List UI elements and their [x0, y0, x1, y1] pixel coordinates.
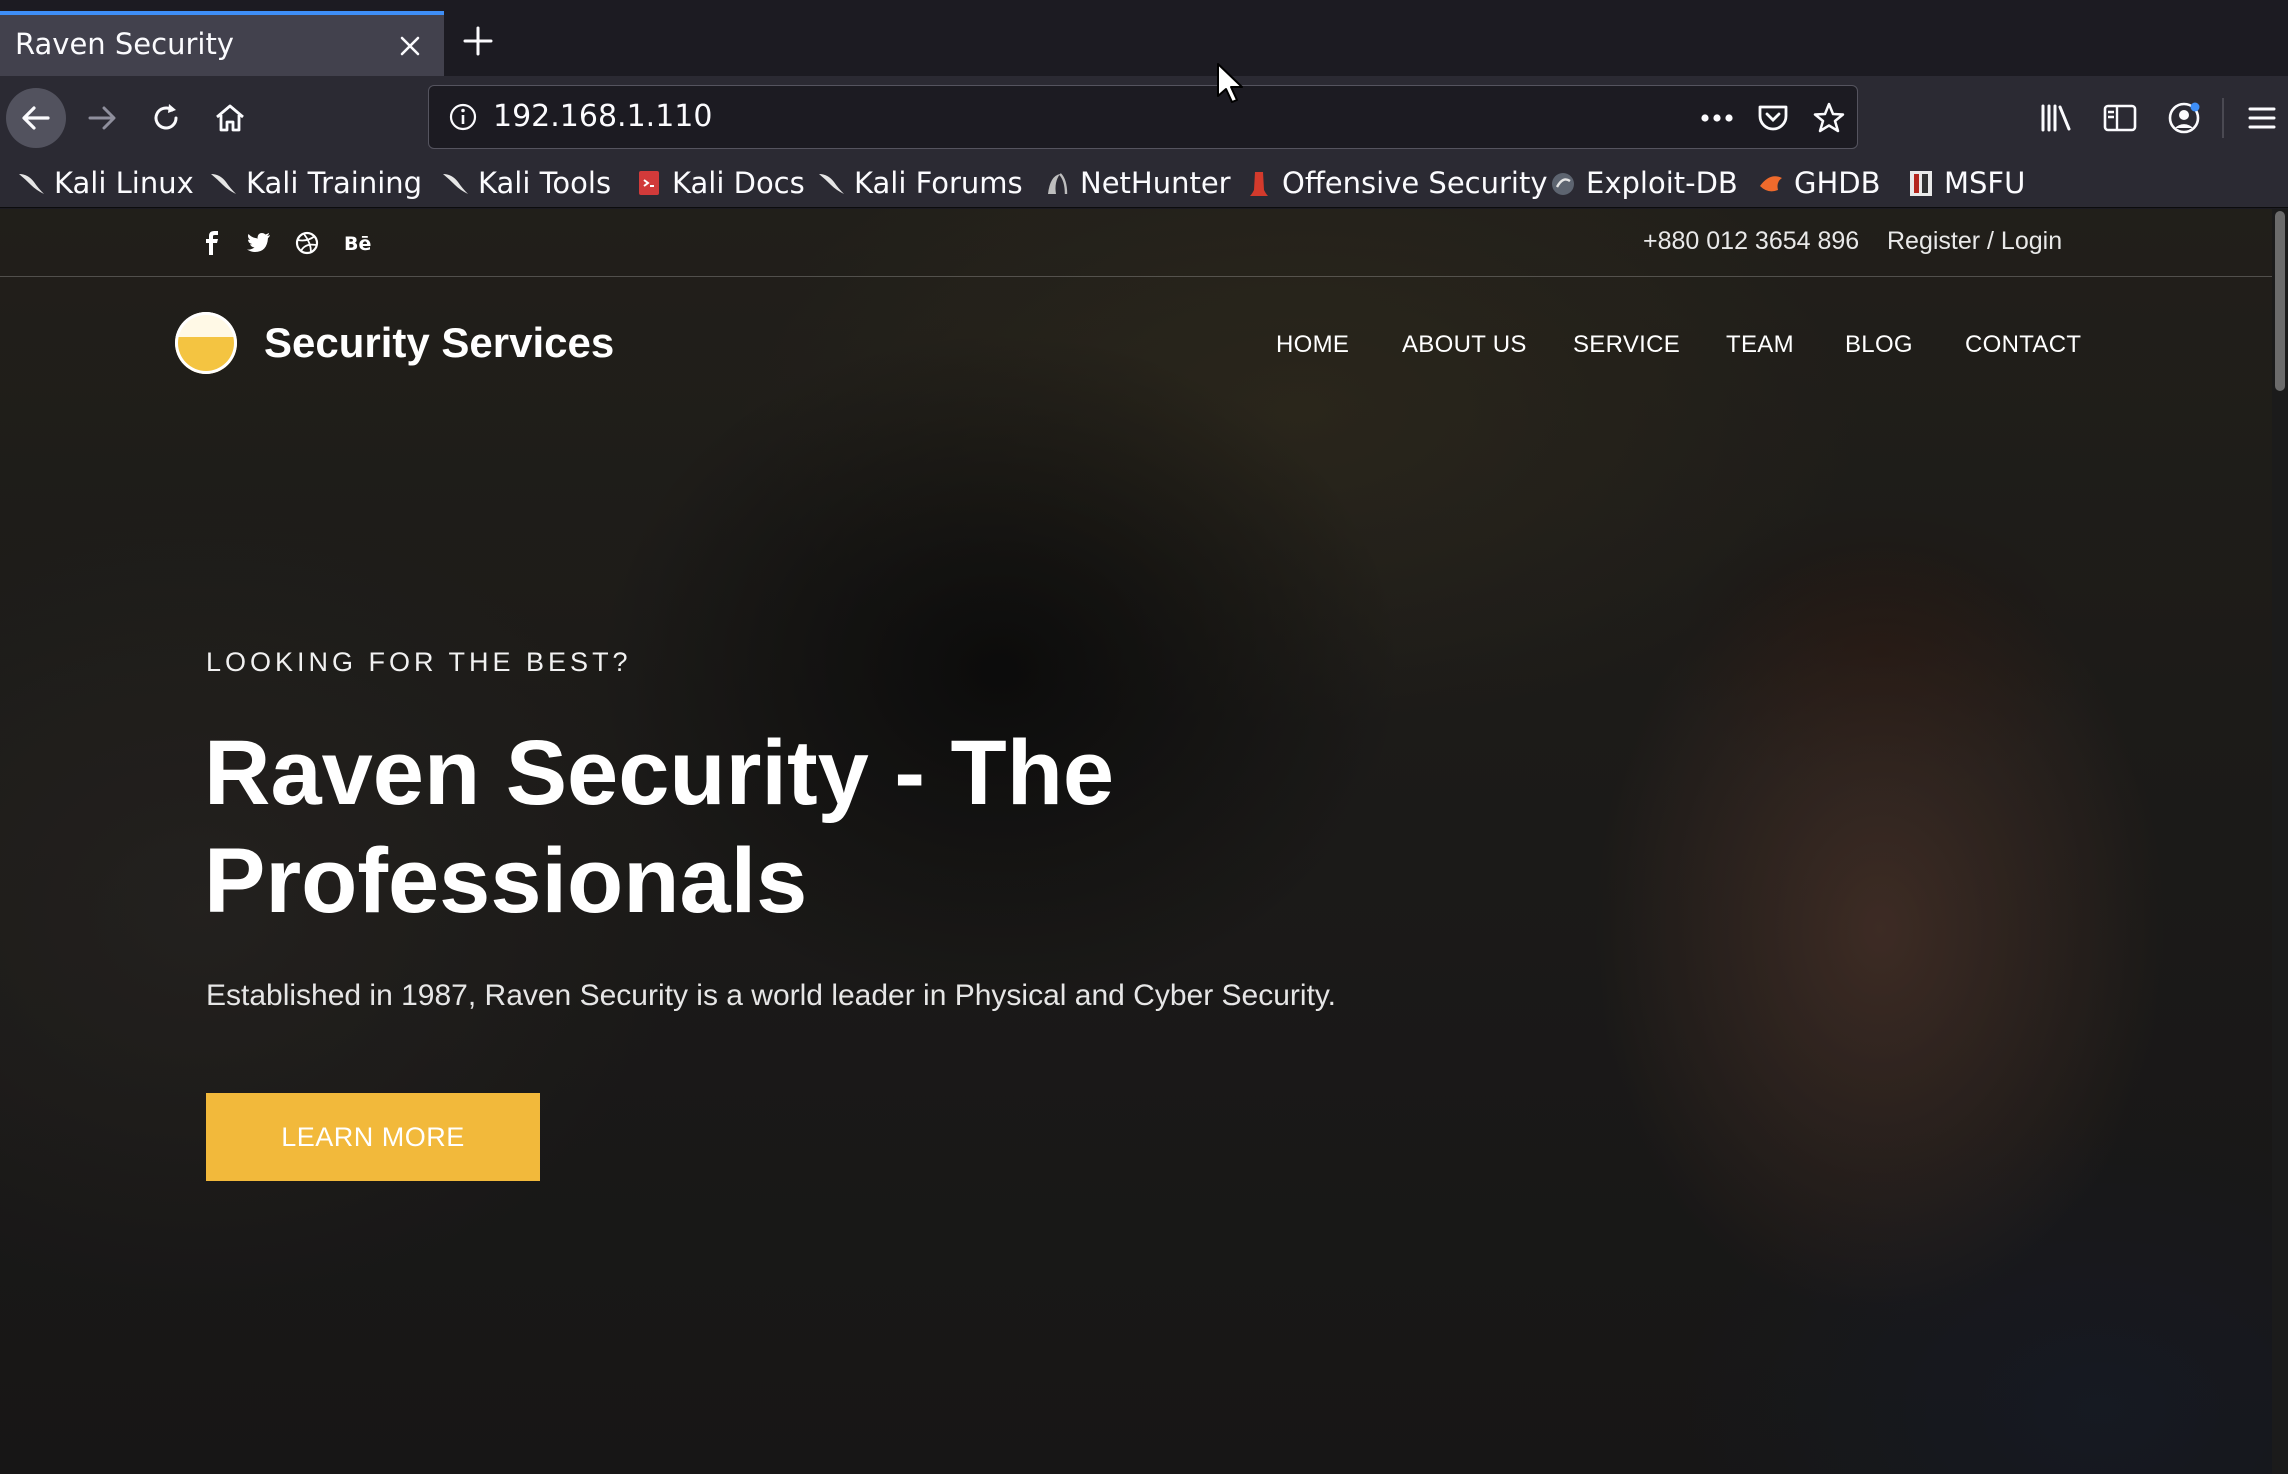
- site-info-icon[interactable]: [447, 101, 479, 133]
- nav-team[interactable]: TEAM: [1726, 331, 1794, 359]
- new-tab-plus-icon[interactable]: [459, 22, 497, 60]
- bookmark-label: MSFU: [1944, 166, 2026, 200]
- hero-subtitle: Established in 1987, Raven Security is a…: [206, 979, 1337, 1012]
- register-login-link[interactable]: Register / Login: [1887, 227, 2062, 256]
- bookmark-exploit-db[interactable]: Exploit-DB: [1548, 162, 1738, 204]
- bookmark-kali-forums[interactable]: Kali Forums: [816, 162, 1023, 204]
- bookmark-label: NetHunter: [1080, 166, 1231, 200]
- bookmark-label: GHDB: [1794, 166, 1881, 200]
- contact-phone[interactable]: +880 012 3654 896: [1643, 227, 1859, 256]
- mouse-cursor-icon: [1217, 63, 1243, 103]
- close-tab-icon[interactable]: [393, 29, 427, 63]
- url-text[interactable]: 192.168.1.110: [493, 99, 712, 134]
- reload-icon[interactable]: [136, 88, 196, 148]
- bookmark-nethunter[interactable]: NetHunter: [1042, 162, 1231, 204]
- page-scrollbar[interactable]: [2272, 209, 2288, 1474]
- nethunter-icon: [1042, 168, 1072, 198]
- address-bar[interactable]: 192.168.1.110: [428, 85, 1858, 149]
- scrollbar-thumb[interactable]: [2275, 211, 2285, 391]
- bookmark-kali-training[interactable]: Kali Training: [208, 162, 422, 204]
- active-tab[interactable]: Raven Security: [0, 11, 444, 76]
- offsec-icon: [1244, 168, 1274, 198]
- facebook-icon[interactable]: [198, 229, 226, 257]
- library-icon[interactable]: [2032, 94, 2080, 142]
- svg-text:Bē: Bē: [344, 233, 371, 253]
- exploitdb-icon: [1548, 168, 1578, 198]
- sidebar-toggle-icon[interactable]: [2096, 94, 2144, 142]
- toolbar-separator: [2222, 98, 2224, 138]
- ghdb-icon: [1756, 168, 1786, 198]
- bookmark-label: Exploit-DB: [1586, 166, 1738, 200]
- brand-name[interactable]: Security Services: [264, 319, 614, 367]
- hero-title: Raven Security - The Professionals: [204, 722, 1115, 932]
- nav-service[interactable]: SERVICE: [1573, 331, 1680, 359]
- account-icon[interactable]: [2160, 94, 2208, 142]
- tab-title: Raven Security: [15, 27, 234, 61]
- home-icon[interactable]: [200, 88, 260, 148]
- bookmark-kali-linux[interactable]: Kali Linux: [16, 162, 194, 204]
- bookmark-kali-docs[interactable]: Kali Docs: [634, 162, 805, 204]
- nav-blog[interactable]: BLOG: [1845, 331, 1913, 359]
- twitter-icon[interactable]: [245, 229, 273, 257]
- behance-icon[interactable]: Bē: [344, 229, 376, 257]
- kali-dragon-icon: [816, 168, 846, 198]
- nav-contact[interactable]: CONTACT: [1965, 331, 2081, 359]
- bookmark-label: Kali Tools: [478, 166, 612, 200]
- bookmark-kali-tools[interactable]: Kali Tools: [440, 162, 611, 204]
- nav-about-us[interactable]: ABOUT US: [1402, 331, 1527, 359]
- kali-dragon-icon: [440, 168, 470, 198]
- bookmark-label: Kali Forums: [854, 166, 1023, 200]
- bookmark-offensive-security[interactable]: Offensive Security: [1244, 162, 1548, 204]
- brand-logo-icon[interactable]: [175, 312, 237, 374]
- site-top-bar: Bē +880 012 3654 896 Register / Login: [0, 209, 2272, 277]
- back-arrow-icon[interactable]: [6, 88, 66, 148]
- hero-eyebrow: LOOKING FOR THE BEST?: [206, 647, 632, 677]
- bookmark-ghdb[interactable]: GHDB: [1756, 162, 1881, 204]
- nav-home[interactable]: HOME: [1276, 331, 1349, 359]
- forward-arrow-icon[interactable]: [72, 88, 132, 148]
- bookmark-label: Kali Training: [246, 166, 423, 200]
- hamburger-menu-icon[interactable]: [2238, 94, 2286, 142]
- tab-strip: Raven Security: [0, 0, 2288, 76]
- navigation-toolbar: 192.168.1.110: [0, 76, 2288, 158]
- kali-docs-icon: [634, 168, 664, 198]
- bookmark-label: Kali Linux: [54, 166, 194, 200]
- bookmarks-toolbar: Kali Linux Kali Training Kali Tools Kali…: [0, 158, 2288, 208]
- msfu-icon: [1906, 168, 1936, 198]
- pocket-icon[interactable]: [1753, 99, 1793, 137]
- web-page: Bē +880 012 3654 896 Register / Login Se…: [0, 209, 2288, 1474]
- kali-dragon-icon: [208, 168, 238, 198]
- kali-dragon-icon: [16, 168, 46, 198]
- page-actions-icon[interactable]: [1697, 99, 1737, 137]
- bookmark-label: Kali Docs: [672, 166, 805, 200]
- learn-more-button[interactable]: LEARN MORE: [206, 1093, 540, 1181]
- bookmark-label: Offensive Security: [1282, 166, 1548, 200]
- bookmark-star-icon[interactable]: [1809, 99, 1849, 137]
- bookmark-msfu[interactable]: MSFU: [1906, 162, 2025, 204]
- dribbble-icon[interactable]: [293, 229, 321, 257]
